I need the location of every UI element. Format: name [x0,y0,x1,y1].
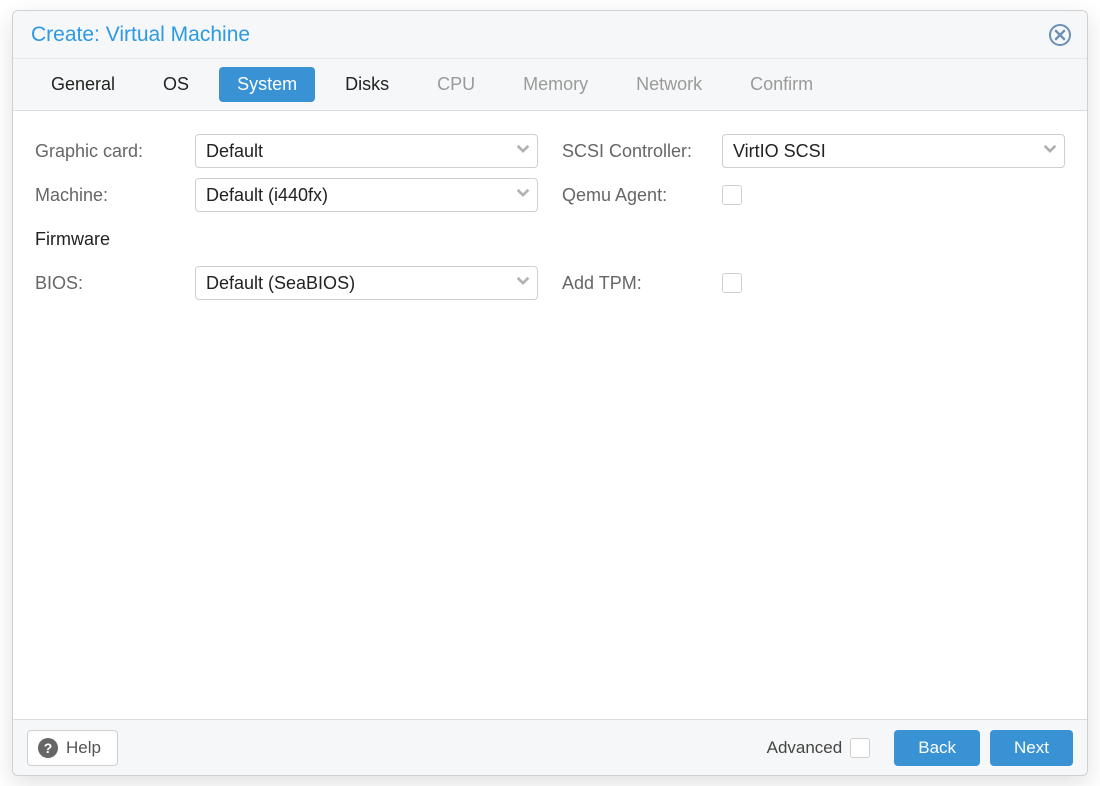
tab-cpu: CPU [419,67,493,102]
label-graphic-card: Graphic card: [35,141,195,162]
create-vm-dialog: Create: Virtual Machine General OS Syste… [12,10,1088,776]
chevron-down-icon [515,141,531,162]
left-column: Graphic card: Default Machine: Default (… [35,129,538,305]
combo-bios[interactable]: Default (SeaBIOS) [195,266,538,300]
row-add-tpm: Add TPM: [562,261,1065,305]
tab-confirm: Confirm [732,67,831,102]
row-machine: Machine: Default (i440fx) [35,173,538,217]
right-column: SCSI Controller: VirtIO SCSI Qemu Agent:… [562,129,1065,305]
chevron-down-icon [1042,141,1058,162]
tab-system[interactable]: System [219,67,315,102]
combo-graphic-card[interactable]: Default [195,134,538,168]
checkbox-qemu-agent[interactable] [722,185,742,205]
tab-network: Network [618,67,720,102]
form-body: Graphic card: Default Machine: Default (… [13,111,1087,719]
label-machine: Machine: [35,185,195,206]
combo-graphic-card-value: Default [206,141,263,162]
combo-scsi-value: VirtIO SCSI [733,141,826,162]
tab-memory: Memory [505,67,606,102]
row-scsi: SCSI Controller: VirtIO SCSI [562,129,1065,173]
checkbox-advanced[interactable] [850,738,870,758]
advanced-label: Advanced [767,738,843,758]
dialog-title: Create: Virtual Machine [31,23,1049,47]
label-qemu-agent: Qemu Agent: [562,185,722,206]
help-button[interactable]: ? Help [27,730,118,766]
combo-scsi[interactable]: VirtIO SCSI [722,134,1065,168]
dialog-footer: ? Help Advanced Back Next [13,719,1087,775]
combo-bios-value: Default (SeaBIOS) [206,273,355,294]
dialog-header: Create: Virtual Machine [13,11,1087,59]
back-button[interactable]: Back [894,730,980,766]
row-graphic-card: Graphic card: Default [35,129,538,173]
label-add-tpm: Add TPM: [562,273,722,294]
advanced-toggle[interactable]: Advanced [767,738,871,758]
row-qemu-agent: Qemu Agent: [562,173,1065,217]
chevron-down-icon [515,185,531,206]
tab-general[interactable]: General [33,67,133,102]
combo-machine[interactable]: Default (i440fx) [195,178,538,212]
help-label: Help [66,738,101,758]
label-bios: BIOS: [35,273,195,294]
combo-machine-value: Default (i440fx) [206,185,328,206]
chevron-down-icon [515,273,531,294]
section-firmware: Firmware [35,217,538,261]
tab-os[interactable]: OS [145,67,207,102]
tab-disks[interactable]: Disks [327,67,407,102]
wizard-tabs: General OS System Disks CPU Memory Netwo… [13,59,1087,111]
label-scsi: SCSI Controller: [562,141,722,162]
row-bios: BIOS: Default (SeaBIOS) [35,261,538,305]
close-icon[interactable] [1049,24,1071,46]
help-icon: ? [38,738,58,758]
checkbox-add-tpm[interactable] [722,273,742,293]
next-button[interactable]: Next [990,730,1073,766]
